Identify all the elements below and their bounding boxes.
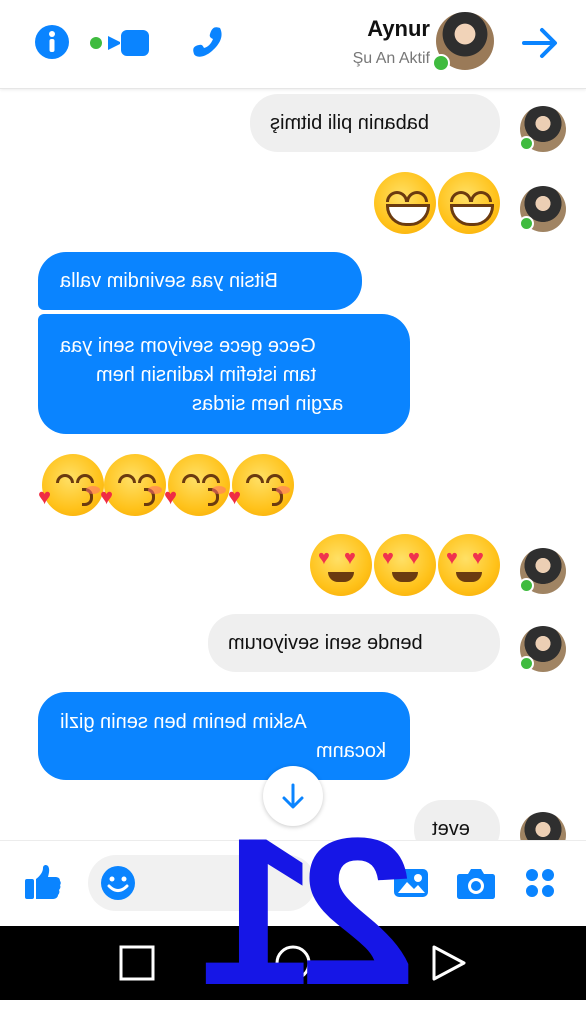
message-line: azgin hem sirdas [192,393,344,415]
phone-icon[interactable] [190,24,226,60]
camera-icon[interactable] [456,865,496,901]
message-bubble-incoming[interactable]: babanin pili bitmiş [250,94,500,152]
contact-status: Şu An Aktif [352,50,430,67]
heart-eyes-emoji[interactable]: ♥ ♥ [438,534,500,596]
online-indicator [519,656,534,671]
message-bubble-outgoing[interactable]: Askim benim ben senin gizli kocanm [38,692,410,780]
grinning-face-emoji[interactable] [438,172,500,234]
message-line: Askim benim ben senin gizli [60,711,307,733]
contact-name[interactable]: Aynur [367,16,430,42]
message-bubble-outgoing[interactable]: Bitsin yaa sevindim valla [38,252,362,310]
back-icon[interactable] [430,944,468,982]
message-line: Gece gece seviyom seni yaa [60,335,316,357]
chat-header: Aynur Şu An Aktif [0,0,586,89]
video-call-icon[interactable] [90,28,152,58]
heart-eyes-emoji[interactable]: ♥ ♥ [310,534,372,596]
emoji-icon[interactable] [100,865,136,901]
online-indicator [519,216,534,231]
forward-arrow-icon[interactable] [522,26,558,60]
face-blowing-kiss-emoji[interactable]: ♥ [228,454,294,516]
online-indicator [432,54,450,72]
online-indicator [519,136,534,151]
recent-apps-icon[interactable] [118,944,156,982]
message-bubble-incoming[interactable]: bende seni seviyorum [208,614,500,672]
message-text: babanin pili bitmiş [270,112,429,134]
more-apps-icon[interactable] [524,867,556,899]
face-blowing-kiss-emoji[interactable]: ♥ [164,454,230,516]
face-blowing-kiss-emoji[interactable]: ♥ [100,454,166,516]
face-blowing-kiss-emoji[interactable]: ♥ [38,454,104,516]
like-icon[interactable] [22,863,64,903]
online-indicator [519,578,534,593]
message-line: kocanm [316,740,387,762]
info-icon[interactable] [34,24,70,60]
message-line: tam istefim kadinsin hem [96,364,317,386]
message-text: Bitsin yaa sevindim valla [60,270,278,292]
message-text: bende seni seviyorum [228,632,423,654]
message-bubble-outgoing[interactable]: Gece gece seviyom seni yaa tam istefim k… [38,314,410,434]
heart-eyes-emoji[interactable]: ♥ ♥ [374,534,436,596]
overlay-number: 21 [218,794,416,1029]
grinning-face-emoji[interactable] [374,172,436,234]
